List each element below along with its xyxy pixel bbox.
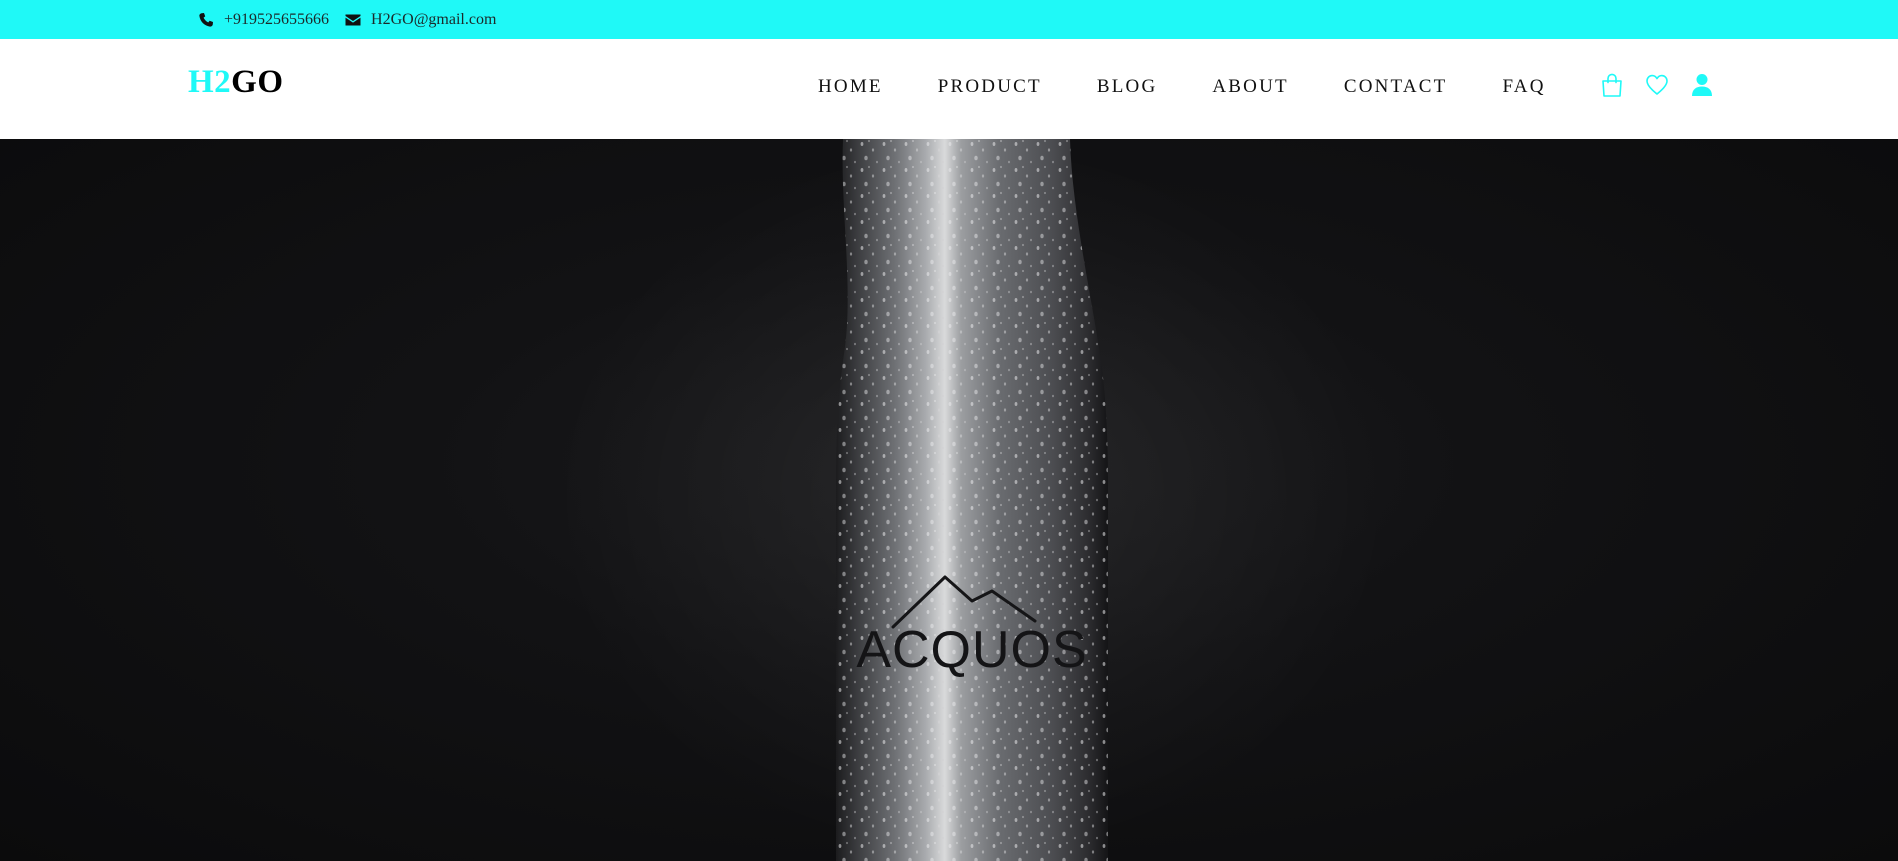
phone-contact[interactable]: +919525655666 xyxy=(198,11,329,29)
nav-about[interactable]: ABOUT xyxy=(1212,77,1288,96)
header-icons xyxy=(1601,73,1713,97)
logo-go: GO xyxy=(231,64,284,100)
logo-h2: H2 xyxy=(188,64,232,100)
email-address[interactable]: H2GO@gmail.com xyxy=(371,11,496,29)
shopping-bag-icon[interactable] xyxy=(1601,73,1623,97)
top-contact-bar: +919525655666 H2GO@gmail.com xyxy=(0,0,1898,39)
nav-product[interactable]: PRODUCT xyxy=(938,77,1042,96)
nav-home[interactable]: HOME xyxy=(818,77,883,96)
nav-blog[interactable]: BLOG xyxy=(1097,77,1158,96)
email-contact[interactable]: H2GO@gmail.com xyxy=(345,11,496,29)
nav-contact[interactable]: CONTACT xyxy=(1344,77,1448,96)
heart-icon[interactable] xyxy=(1645,74,1669,96)
main-header: H2GO HOME PRODUCT BLOG ABOUT CONTACT FAQ xyxy=(0,39,1898,139)
bottle-image: ACQUOS xyxy=(552,139,1392,861)
bottle-brand-text: ACQUOS xyxy=(856,621,1087,679)
primary-nav: HOME PRODUCT BLOG ABOUT CONTACT FAQ xyxy=(818,77,1546,96)
phone-icon xyxy=(199,12,213,27)
phone-number[interactable]: +919525655666 xyxy=(224,11,329,29)
envelope-icon xyxy=(345,14,361,25)
user-icon[interactable] xyxy=(1691,73,1713,97)
nav-faq[interactable]: FAQ xyxy=(1502,77,1545,96)
hero-banner: ACQUOS xyxy=(0,139,1898,861)
brand-logo[interactable]: H2GO xyxy=(188,66,284,99)
